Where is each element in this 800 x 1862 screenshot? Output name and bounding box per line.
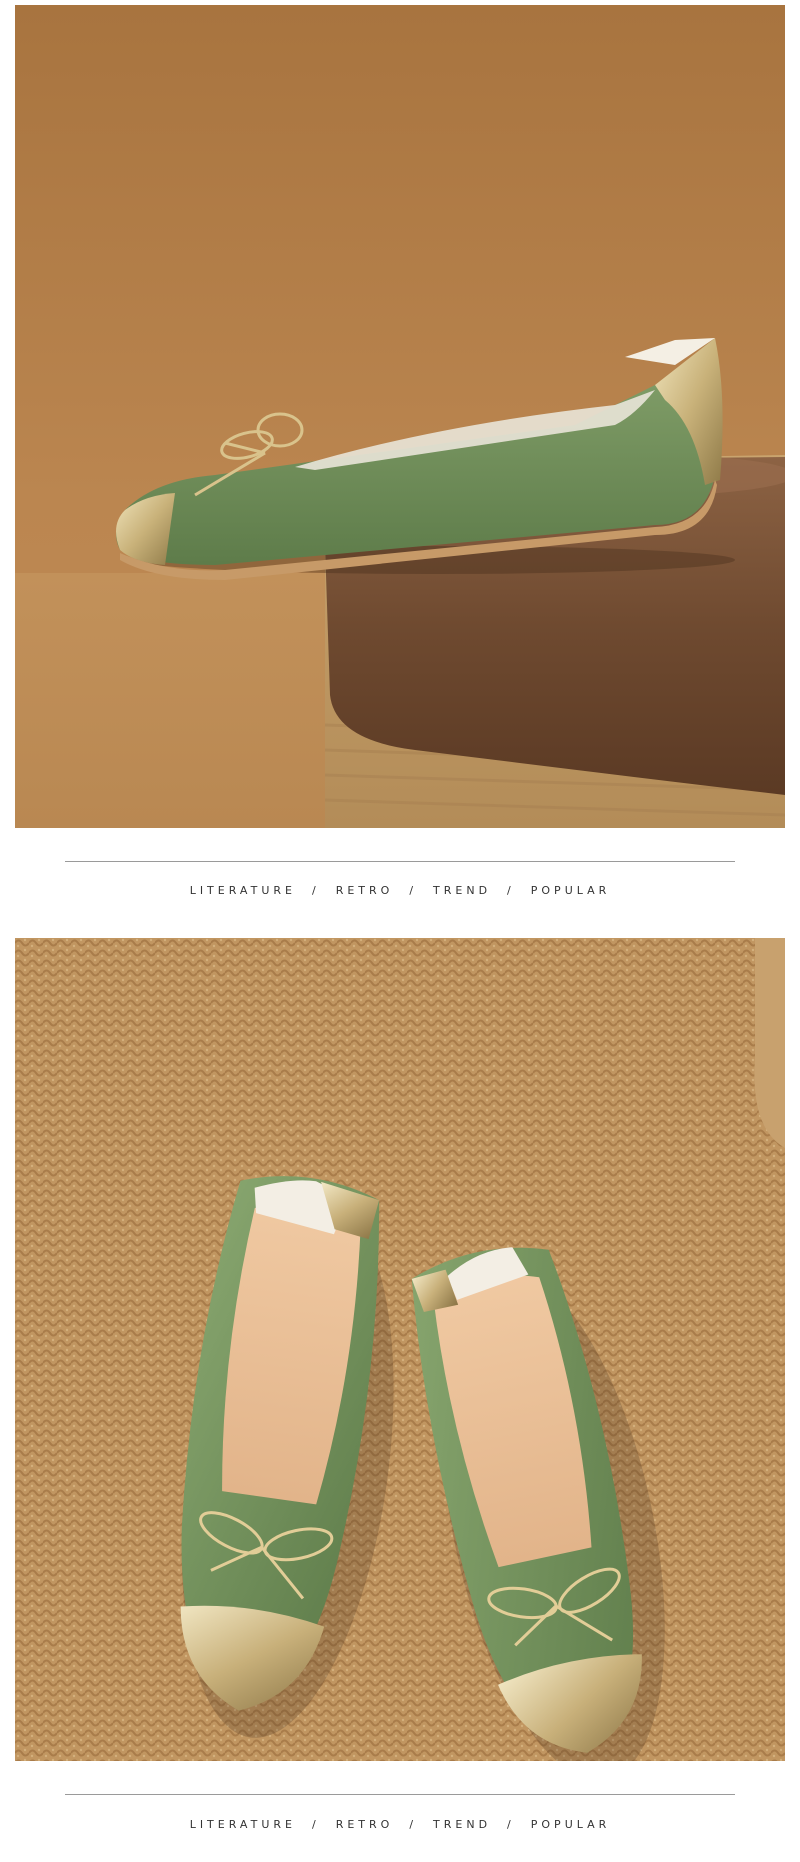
tagline-word: RETRO [335,1818,394,1831]
tagline-word: TREND [433,1818,492,1831]
product-photo-top-view [15,938,785,1761]
tagline-separator: / [507,1818,515,1831]
section-divider [65,861,735,862]
tagline-separator: / [311,1818,320,1831]
section-divider [65,1794,735,1795]
tagline-separator: / [311,884,320,897]
tagline-word: RETRO [335,884,394,897]
tagline-word: LITERATURE [189,1818,296,1831]
shoe-on-ottoman-image [15,5,785,828]
tagline-word: POPULAR [530,1818,611,1831]
tagline-separator: / [507,884,515,897]
shoes-on-rug-image [15,938,785,1761]
style-tagline: LITERATURE / RETRO / TREND / POPULAR [0,1818,800,1831]
style-tagline: LITERATURE / RETRO / TREND / POPULAR [0,884,800,897]
tagline-word: LITERATURE [189,884,296,897]
tagline-separator: / [409,884,418,897]
tagline-separator: / [409,1818,418,1831]
tagline-word: POPULAR [530,884,611,897]
product-photo-side-view [15,5,785,828]
tagline-word: TREND [433,884,492,897]
